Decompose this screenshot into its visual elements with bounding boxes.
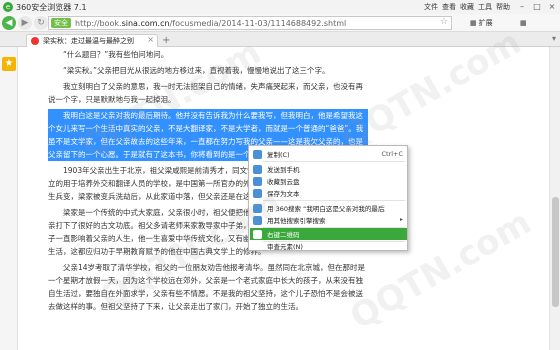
menu-item-label: 右键二维码: [267, 231, 300, 239]
tab-bar: 梁实秋：走过最温与最醉之别 × + ▾: [0, 32, 560, 47]
window-title: 360安全浏览器 7.1: [16, 2, 87, 12]
copy-icon: [253, 149, 262, 159]
search-icon: [253, 203, 262, 213]
menu-item-search-360[interactable]: 用 360搜索 “我明白这是父亲对我的最后期待…”: [250, 202, 407, 214]
menu-item-label: 收藏到云盘: [267, 178, 300, 186]
article-paragraph: “什么题目？”我有些怕问地问。: [63, 50, 169, 59]
menu-favorites[interactable]: 收藏: [460, 2, 474, 12]
url-path: /focusmedia/2014-11-03/1114688492.shtml: [169, 18, 347, 28]
menu-item-label: 复制(C): [267, 151, 290, 159]
menu-separator: [263, 200, 405, 201]
browser-logo-icon: e: [3, 2, 13, 12]
menu-item-copy[interactable]: 复制(C) Ctrl+C: [250, 148, 407, 160]
menu-item-label: 发送到手机: [267, 166, 300, 174]
search-engine-icon: [253, 215, 262, 225]
sina-favicon-icon: [31, 37, 39, 45]
tab-close-icon[interactable]: ×: [147, 35, 154, 44]
menu-bar: 文件 查看 收藏 工具 帮助: [424, 0, 510, 14]
menu-file[interactable]: 文件: [424, 2, 438, 12]
phone-icon: [253, 164, 262, 174]
extensions-icon: ▦: [470, 19, 477, 27]
forward-button[interactable]: ▶: [18, 15, 32, 30]
menu-view[interactable]: 查看: [442, 2, 456, 12]
cloud-icon: [253, 176, 262, 186]
favorites-star-icon[interactable]: ★: [2, 57, 16, 71]
maximize-button[interactable]: □: [531, 1, 543, 12]
vertical-scrollbar[interactable]: [549, 47, 560, 350]
article-paragraph: 我立刻明白了父亲的意思，我一时无法招架自己的情绪，失声痛哭起来，而父亲，也没有再…: [48, 82, 363, 104]
new-tab-button[interactable]: +: [162, 35, 170, 46]
menu-item-label: 用 360搜索 “我明白这是父亲对我的最后期待…”: [267, 205, 385, 213]
extensions-label: 扩展: [478, 19, 493, 27]
menu-item-save-as-text[interactable]: 保存为文本: [250, 187, 407, 199]
menu-item-label: 审查元素(N): [267, 243, 303, 251]
submenu-arrow-icon: ▸: [399, 216, 403, 223]
apps-grid-icon: ▦: [520, 19, 527, 27]
qr-code-icon: [253, 229, 262, 239]
scrollbar-thumb[interactable]: [552, 197, 559, 307]
url-prefix: http://book.: [75, 18, 122, 28]
refresh-button[interactable]: ↻: [34, 15, 48, 30]
article-paragraph: 父亲14岁考取了清华学校，祖父的一位朋友劝告他报考清华。虽然同在北京城，但在那时…: [48, 263, 366, 311]
menu-item-label: 用其他搜索引擎搜索: [267, 217, 326, 225]
menu-item-search-other[interactable]: 用其他搜索引擎搜索 ▸: [250, 214, 407, 226]
menu-item-save-to-cloud[interactable]: 收藏到云盘: [250, 175, 407, 187]
extensions-button[interactable]: ▦ 扩展: [470, 16, 493, 30]
context-menu: 复制(C) Ctrl+C 发送到手机 收藏到云盘 保存为文本 用 360搜索 “…: [248, 145, 408, 251]
article-paragraph: “梁实秋。”父亲把目光从很远的地方移过来，直视着我，慢慢地说出了这三个字。: [63, 66, 330, 75]
tab-title: 梁实秋：走过最温与最醉之别: [43, 37, 134, 45]
tab-active[interactable]: 梁实秋：走过最温与最醉之别 ×: [26, 34, 158, 47]
inspect-icon: [253, 242, 262, 251]
menu-item-send-to-phone[interactable]: 发送到手机: [250, 163, 407, 175]
menu-item-qr-code[interactable]: 右键二维码: [250, 228, 407, 240]
menu-item-inspect[interactable]: 审查元素(N): [250, 240, 407, 252]
minimize-button[interactable]: –: [516, 1, 528, 12]
url-text[interactable]: http://book.sina.com.cn/focusmedia/2014-…: [75, 19, 346, 28]
back-button[interactable]: ◀: [2, 15, 16, 30]
apps-grid-button[interactable]: ▦: [520, 16, 527, 30]
menu-separator: [263, 161, 405, 162]
save-text-icon: [253, 188, 262, 198]
url-domain: sina.com.cn: [121, 18, 170, 28]
menu-help[interactable]: 帮助: [496, 2, 510, 12]
bookmark-star-icon[interactable]: ☆: [440, 17, 448, 27]
menu-item-label: 保存为文本: [267, 190, 300, 198]
tab-list-button[interactable]: ▾: [552, 34, 556, 43]
menu-item-shortcut: Ctrl+C: [381, 150, 403, 158]
menu-tools[interactable]: 工具: [478, 2, 492, 12]
sidebar: ★: [0, 47, 18, 350]
title-bar: e 360安全浏览器 7.1 文件 查看 收藏 工具 帮助 – □ ×: [0, 0, 560, 14]
close-window-button[interactable]: ×: [546, 1, 558, 12]
safe-badge[interactable]: 安全: [51, 18, 71, 28]
window-controls: – □ ×: [516, 1, 558, 12]
navigation-bar: ◀ ▶ ↻ 安全 http://book.sina.com.cn/focusme…: [0, 14, 560, 32]
address-bar[interactable]: 安全 http://book.sina.com.cn/focusmedia/20…: [48, 16, 452, 30]
